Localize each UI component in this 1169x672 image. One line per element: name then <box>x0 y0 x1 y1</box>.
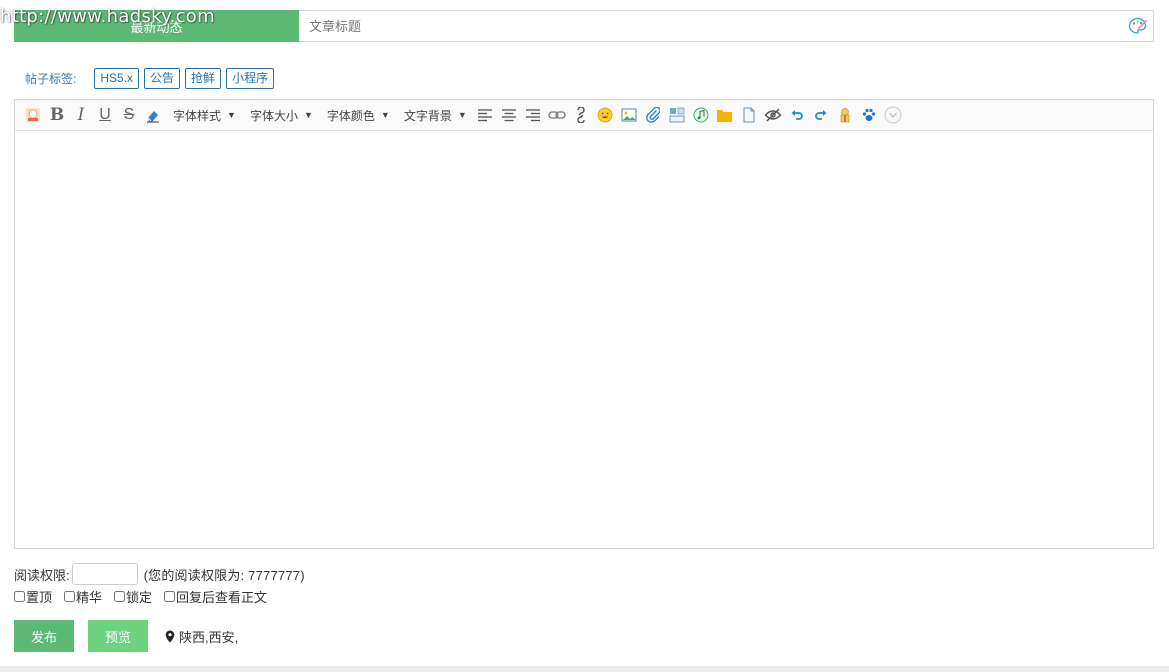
bold-icon[interactable]: B <box>47 105 67 125</box>
tag-miniprogram[interactable]: 小程序 <box>226 67 275 89</box>
read-permission-label: 阅读权限: <box>14 567 70 583</box>
strikethrough-icon[interactable]: S <box>119 105 139 125</box>
caret-down-icon: ▼ <box>303 110 313 120</box>
location-text: 陕西,西安, <box>179 629 239 645</box>
preview-button[interactable]: 预览 <box>88 620 148 652</box>
image-icon[interactable] <box>619 105 639 125</box>
editor-content[interactable] <box>15 131 1153 548</box>
align-left-icon[interactable] <box>475 105 495 125</box>
eraser-icon[interactable] <box>143 105 163 125</box>
tag-announcement[interactable]: 公告 <box>144 67 181 89</box>
attachment-icon[interactable] <box>643 105 663 125</box>
tag-hs5x[interactable]: HS5.x <box>94 67 140 89</box>
paw-icon[interactable] <box>859 105 879 125</box>
featured-checkbox[interactable] <box>64 590 76 602</box>
reply-to-view-checkbox[interactable] <box>164 590 176 602</box>
caret-down-icon: ▼ <box>457 110 467 120</box>
option-sticky[interactable]: 置顶 <box>14 587 52 606</box>
folder-icon[interactable] <box>715 105 735 125</box>
music-icon[interactable] <box>691 105 711 125</box>
tags-row: 帖子标签: HS5.x 公告 抢鲜 小程序 <box>25 67 279 89</box>
editor-toolbar: B I U S 字体样式 ▼ 字体大小 ▼ 字体颜色 ▼ 文字背景 ▼ <box>15 100 1153 131</box>
locked-checkbox[interactable] <box>114 590 126 602</box>
undo-icon[interactable] <box>787 105 807 125</box>
palette-icon[interactable] <box>1123 11 1153 41</box>
location-pin-icon <box>165 630 175 642</box>
align-right-icon[interactable] <box>523 105 543 125</box>
underline-icon[interactable]: U <box>95 105 115 125</box>
font-style-dropdown[interactable]: 字体样式 ▼ <box>173 107 236 124</box>
tags-label: 帖子标签: <box>25 71 77 86</box>
file-icon[interactable] <box>739 105 759 125</box>
font-color-dropdown[interactable]: 字体颜色 ▼ <box>327 107 390 124</box>
face-icon[interactable] <box>23 105 43 125</box>
disabled-icon[interactable] <box>883 105 903 125</box>
link-icon[interactable] <box>547 105 567 125</box>
align-center-icon[interactable] <box>499 105 519 125</box>
read-permission-hint: (您的阅读权限为: 7777777) <box>143 567 305 583</box>
caret-down-icon: ▼ <box>227 110 236 120</box>
rich-text-editor: B I U S 字体样式 ▼ 字体大小 ▼ 字体颜色 ▼ 文字背景 ▼ <box>14 99 1154 549</box>
gallery-icon[interactable] <box>667 105 687 125</box>
publish-button[interactable]: 发布 <box>14 620 74 652</box>
tag-early[interactable]: 抢鲜 <box>185 67 222 89</box>
hide-icon[interactable] <box>763 105 783 125</box>
text-background-dropdown[interactable]: 文字背景 ▼ <box>404 107 467 124</box>
caret-down-icon: ▼ <box>380 110 390 120</box>
bottom-strip <box>0 666 1169 672</box>
option-locked[interactable]: 锁定 <box>114 587 152 606</box>
sticky-checkbox[interactable] <box>14 590 25 602</box>
unlink-icon[interactable] <box>571 105 591 125</box>
italic-icon[interactable]: I <box>71 105 91 125</box>
read-permission-input[interactable] <box>71 563 138 585</box>
location[interactable]: 陕西,西安, <box>165 627 238 646</box>
title-input[interactable] <box>299 11 1123 41</box>
read-permission-row: 阅读权限: (您的阅读权限为: 7777777) <box>14 563 305 585</box>
redo-icon[interactable] <box>811 105 831 125</box>
option-featured[interactable]: 精华 <box>64 587 102 606</box>
watermark-url: http://www.hadsky.com <box>0 6 215 27</box>
font-size-dropdown[interactable]: 字体大小 ▼ <box>250 107 313 124</box>
actions-row: 发布 预览 陕西,西安, <box>14 620 238 652</box>
option-reply-to-view[interactable]: 回复后查看正文 <box>164 587 267 606</box>
emoji-icon[interactable] <box>595 105 615 125</box>
gift-icon[interactable] <box>835 105 855 125</box>
options-row: 置顶 精华 锁定 回复后查看正文 <box>14 587 279 605</box>
